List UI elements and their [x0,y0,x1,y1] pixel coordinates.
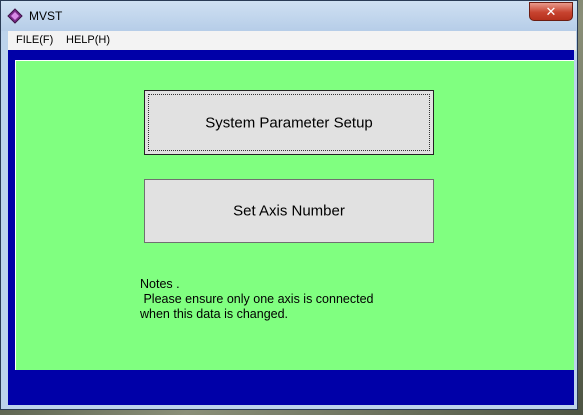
client-area: System Parameter Setup Set Axis Number N… [8,50,574,405]
close-icon: ✕ [545,4,557,19]
set-axis-number-button[interactable]: Set Axis Number [144,179,434,243]
system-parameter-setup-button[interactable]: System Parameter Setup [144,90,434,155]
system-parameter-setup-label: System Parameter Setup [205,114,373,131]
notes-line-1: Please ensure only one axis is connected [140,292,374,306]
menu-file[interactable]: FILE(F) [16,34,53,46]
notes-text: Notes . Please ensure only one axis is c… [140,277,373,322]
main-panel: System Parameter Setup Set Axis Number N… [15,60,574,370]
app-window: MVST ✕ FILE(F) HELP(H) System Parameter … [0,0,578,410]
notes-heading: Notes . [140,277,180,291]
notes-line-2: when this data is changed. [140,307,289,321]
set-axis-number-label: Set Axis Number [233,202,345,220]
title-bar[interactable]: MVST ✕ [1,1,577,31]
menu-help[interactable]: HELP(H) [66,34,110,46]
close-button[interactable]: ✕ [529,2,573,21]
menu-bar: FILE(F) HELP(H) [8,31,576,51]
window-title: MVST [29,9,63,23]
app-diamond-icon[interactable] [7,8,23,24]
